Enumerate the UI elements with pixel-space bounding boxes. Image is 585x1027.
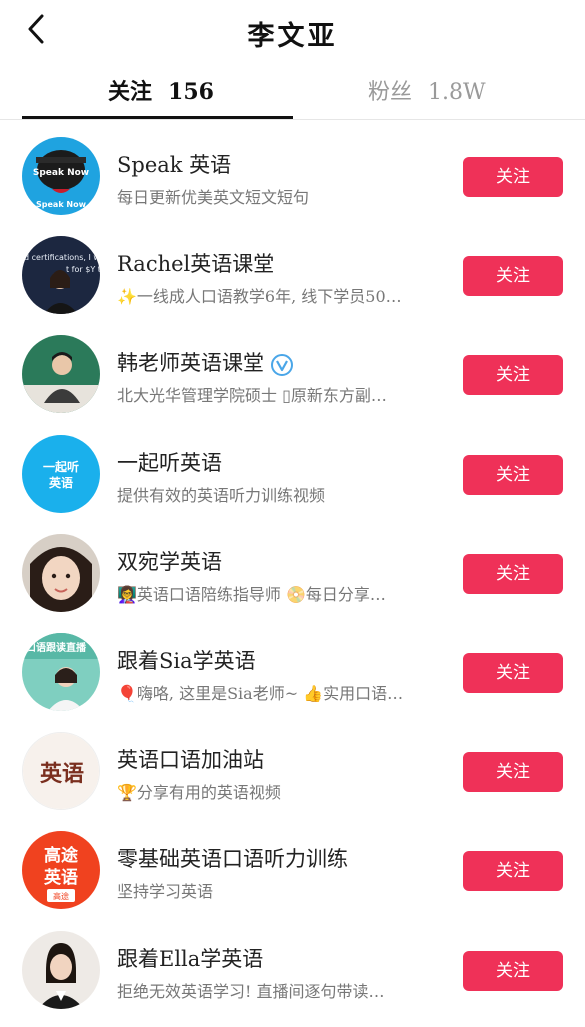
avatar-text: d certifications, I w bbox=[24, 253, 100, 262]
list-item[interactable]: 跟着Ella学英语 拒绝无效英语学习! 直播间逐句带读… 关注 bbox=[0, 915, 585, 1014]
avatar[interactable]: 英语 bbox=[22, 732, 100, 811]
tab-following-label: 关注 bbox=[108, 79, 153, 105]
user-name[interactable]: 跟着Sia学英语 bbox=[117, 645, 256, 675]
list-item[interactable]: 韩老师英语课堂 北大光华管理学院硕士 ▯原新东方副… 关注 bbox=[0, 319, 585, 418]
follow-button[interactable]: 关注 bbox=[463, 851, 563, 892]
list-item[interactable]: 英语 英语口语加油站 🏆分享有用的英语视频 关注 bbox=[0, 716, 585, 815]
user-description: 北大光华管理学院硕士 ▯原新东方副… bbox=[117, 386, 387, 406]
user-name[interactable]: Rachel英语课堂 bbox=[117, 248, 274, 278]
avatar[interactable]: d certifications, I w t for $Y to bbox=[22, 236, 100, 315]
list-item[interactable]: Speak Now Speak Now Speak 英语 每日更新优美英文短文短… bbox=[0, 121, 585, 220]
avatar-text: 一起听 bbox=[43, 459, 79, 474]
avatar-text: 英语 bbox=[44, 867, 78, 888]
user-name-text: 韩老师英语课堂 bbox=[117, 351, 264, 376]
avatar-text: Speak Now bbox=[33, 168, 89, 178]
user-name[interactable]: 一起听英语 bbox=[117, 447, 222, 477]
user-name[interactable]: 零基础英语口语听力训练 bbox=[117, 843, 348, 873]
user-name[interactable]: 英语口语加油站 bbox=[117, 744, 264, 774]
avatar[interactable] bbox=[22, 533, 100, 612]
avatar[interactable]: Speak Now Speak Now bbox=[22, 137, 100, 215]
user-description: 拒绝无效英语学习! 直播间逐句带读… bbox=[117, 981, 385, 1001]
avatar[interactable] bbox=[22, 335, 100, 414]
follow-button[interactable]: 关注 bbox=[463, 553, 563, 594]
follow-button[interactable]: 关注 bbox=[463, 950, 563, 991]
user-description: 👩‍🏫英语口语陪练指导师 📀每日分享… bbox=[117, 584, 386, 604]
list-item[interactable]: 一起听 英语 一起听英语 提供有效的英语听力训练视频 关注 bbox=[0, 419, 585, 518]
page-title: 李文亚 bbox=[247, 21, 338, 52]
list-item[interactable]: d certifications, I w t for $Y to Rachel… bbox=[0, 220, 585, 319]
avatar[interactable]: 高途 英语 高途 bbox=[22, 831, 100, 910]
tab-active-indicator bbox=[22, 116, 293, 119]
tab-bar: 关注 156 粉丝 1.8W bbox=[0, 62, 585, 120]
follow-button[interactable]: 关注 bbox=[463, 355, 563, 396]
avatar-text: 高途 bbox=[53, 891, 69, 901]
follow-button[interactable]: 关注 bbox=[463, 157, 563, 197]
user-description: 🏆分享有用的英语视频 bbox=[117, 783, 281, 803]
user-name[interactable]: 韩老师英语课堂 bbox=[117, 347, 294, 377]
avatar[interactable]: 口语跟读直播 bbox=[22, 632, 100, 711]
header-bar: 李文亚 bbox=[0, 0, 585, 62]
following-list: Speak Now Speak Now Speak 英语 每日更新优美英文短文短… bbox=[0, 121, 585, 1014]
user-name[interactable]: 双宛学英语 bbox=[117, 546, 222, 576]
user-description: 提供有效的英语听力训练视频 bbox=[117, 485, 326, 505]
tab-fans-count: 1.8W bbox=[428, 80, 486, 105]
user-name[interactable]: 跟着Ella学英语 bbox=[117, 943, 263, 973]
user-name[interactable]: Speak 英语 bbox=[117, 149, 231, 179]
follow-button[interactable]: 关注 bbox=[463, 256, 563, 297]
tab-fans-label: 粉丝 bbox=[368, 80, 413, 105]
follow-button[interactable]: 关注 bbox=[463, 752, 563, 793]
avatar-text: 口语跟读直播 bbox=[26, 641, 87, 654]
avatar-text: 高途 bbox=[44, 845, 79, 866]
tab-following[interactable]: 关注 156 bbox=[108, 74, 214, 108]
user-description: 🎈嗨咯, 这里是Sia老师~ 👍实用口语… bbox=[117, 683, 404, 703]
follow-button[interactable]: 关注 bbox=[463, 454, 563, 495]
avatar[interactable] bbox=[22, 930, 100, 1009]
user-description: 坚持学习英语 bbox=[117, 882, 214, 902]
tab-following-count: 156 bbox=[168, 79, 214, 105]
list-item[interactable]: 口语跟读直播 跟着Sia学英语 🎈嗨咯, 这里是Sia老师~ 👍实用口语… 关注 bbox=[0, 617, 585, 716]
avatar-text: Speak Now bbox=[36, 200, 87, 209]
user-description: 每日更新优美英文短文短句 bbox=[117, 188, 310, 207]
avatar-text: t for $Y to bbox=[66, 265, 100, 274]
list-item[interactable]: 高途 英语 高途 零基础英语口语听力训练 坚持学习英语 关注 bbox=[0, 815, 585, 914]
tab-fans[interactable]: 粉丝 1.8W bbox=[368, 74, 486, 108]
follow-button[interactable]: 关注 bbox=[463, 652, 563, 693]
avatar-text: 英语 bbox=[49, 475, 73, 490]
avatar-text: 英语 bbox=[40, 762, 84, 787]
user-description: ✨一线成人口语教学6年, 线下学员50… bbox=[117, 287, 402, 307]
avatar[interactable]: 一起听 英语 bbox=[22, 434, 100, 513]
verified-icon bbox=[271, 353, 293, 376]
list-item[interactable]: 双宛学英语 👩‍🏫英语口语陪练指导师 📀每日分享… 关注 bbox=[0, 518, 585, 617]
